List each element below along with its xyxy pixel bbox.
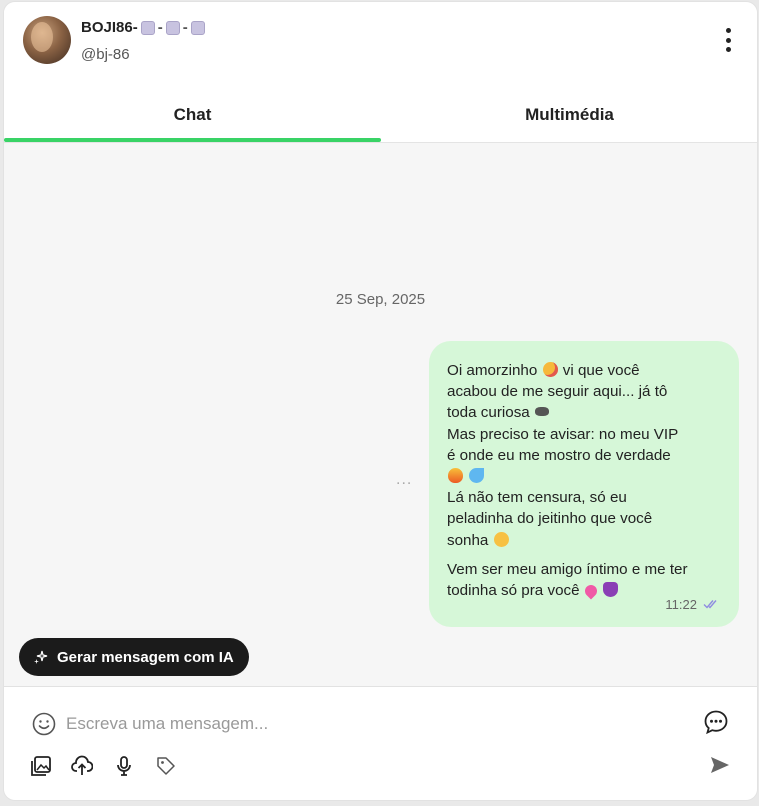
tongue-emoji-icon bbox=[603, 582, 619, 598]
sparkle-icon bbox=[34, 650, 48, 664]
name-separator: - bbox=[182, 19, 188, 36]
chat-header: BOJI86- - - @bj-86 bbox=[4, 2, 757, 82]
generate-ai-message-button[interactable]: Gerar mensagem com IA bbox=[19, 638, 249, 676]
message-time: 11:22 bbox=[665, 596, 697, 612]
display-name: BOJI86- - - bbox=[81, 19, 205, 36]
dice-emoji-icon bbox=[190, 20, 205, 35]
message-line: Mas preciso te avisar: no meu VIP é onde… bbox=[447, 425, 679, 464]
tag-icon[interactable] bbox=[155, 755, 177, 777]
eyes-emoji-icon bbox=[534, 407, 549, 417]
two-hearts-emoji-icon bbox=[582, 582, 600, 600]
fire-emoji-icon bbox=[448, 468, 463, 484]
kiss-face-emoji-icon bbox=[542, 362, 558, 377]
date-separator: 25 Sep, 2025 bbox=[335, 291, 426, 308]
chat-panel: BOJI86- - - @bj-86 Chat Multimédia 25 Se… bbox=[3, 1, 758, 801]
microphone-icon[interactable] bbox=[113, 755, 135, 777]
dice-emoji-icon bbox=[140, 20, 155, 35]
kebab-dot bbox=[725, 37, 731, 43]
tab-multimedia[interactable]: Multimédia bbox=[381, 82, 757, 142]
message-input[interactable] bbox=[66, 709, 666, 739]
tab-bar: Chat Multimédia bbox=[4, 82, 757, 143]
smirk-face-emoji-icon bbox=[493, 531, 509, 547]
emoji-icon[interactable] bbox=[31, 711, 57, 737]
display-name-text: BOJI86- bbox=[81, 19, 138, 36]
user-handle: @bj-86 bbox=[81, 46, 130, 63]
message-line: Vem ser meu amigo íntimo e me ter todinh… bbox=[447, 560, 688, 600]
avatar[interactable] bbox=[23, 16, 71, 64]
outgoing-message-bubble[interactable]: Oi amorzinho vi que você acabou de me se… bbox=[429, 341, 739, 627]
sweat-droplets-emoji-icon bbox=[469, 468, 485, 484]
kebab-dot bbox=[725, 28, 731, 33]
message-meta: 11:22 bbox=[665, 594, 721, 615]
message-line: Oi amorzinho bbox=[447, 362, 538, 379]
kebab-dot bbox=[725, 47, 731, 52]
message-area[interactable]: 25 Sep, 2025 ... Oi amorzinho vi que voc… bbox=[4, 143, 757, 686]
send-icon[interactable] bbox=[709, 754, 731, 776]
kebab-menu-icon[interactable] bbox=[723, 28, 733, 52]
name-separator: - bbox=[157, 19, 163, 36]
gallery-icon[interactable] bbox=[30, 755, 52, 777]
active-tab-indicator bbox=[4, 138, 381, 142]
message-composer bbox=[4, 686, 757, 800]
dice-emoji-icon bbox=[165, 20, 180, 35]
tab-chat[interactable]: Chat bbox=[4, 82, 381, 142]
message-template-icon[interactable] bbox=[703, 709, 729, 735]
message-text-part1: Oi amorzinho vi que você acabou de me se… bbox=[447, 360, 721, 551]
upload-icon[interactable] bbox=[71, 755, 93, 777]
double-check-icon bbox=[703, 600, 717, 609]
message-options-button[interactable]: ... bbox=[396, 471, 412, 489]
message-line: Lá não tem censura, só eu peladinha do j… bbox=[447, 489, 653, 549]
ai-button-label: Gerar mensagem com IA bbox=[57, 648, 234, 666]
